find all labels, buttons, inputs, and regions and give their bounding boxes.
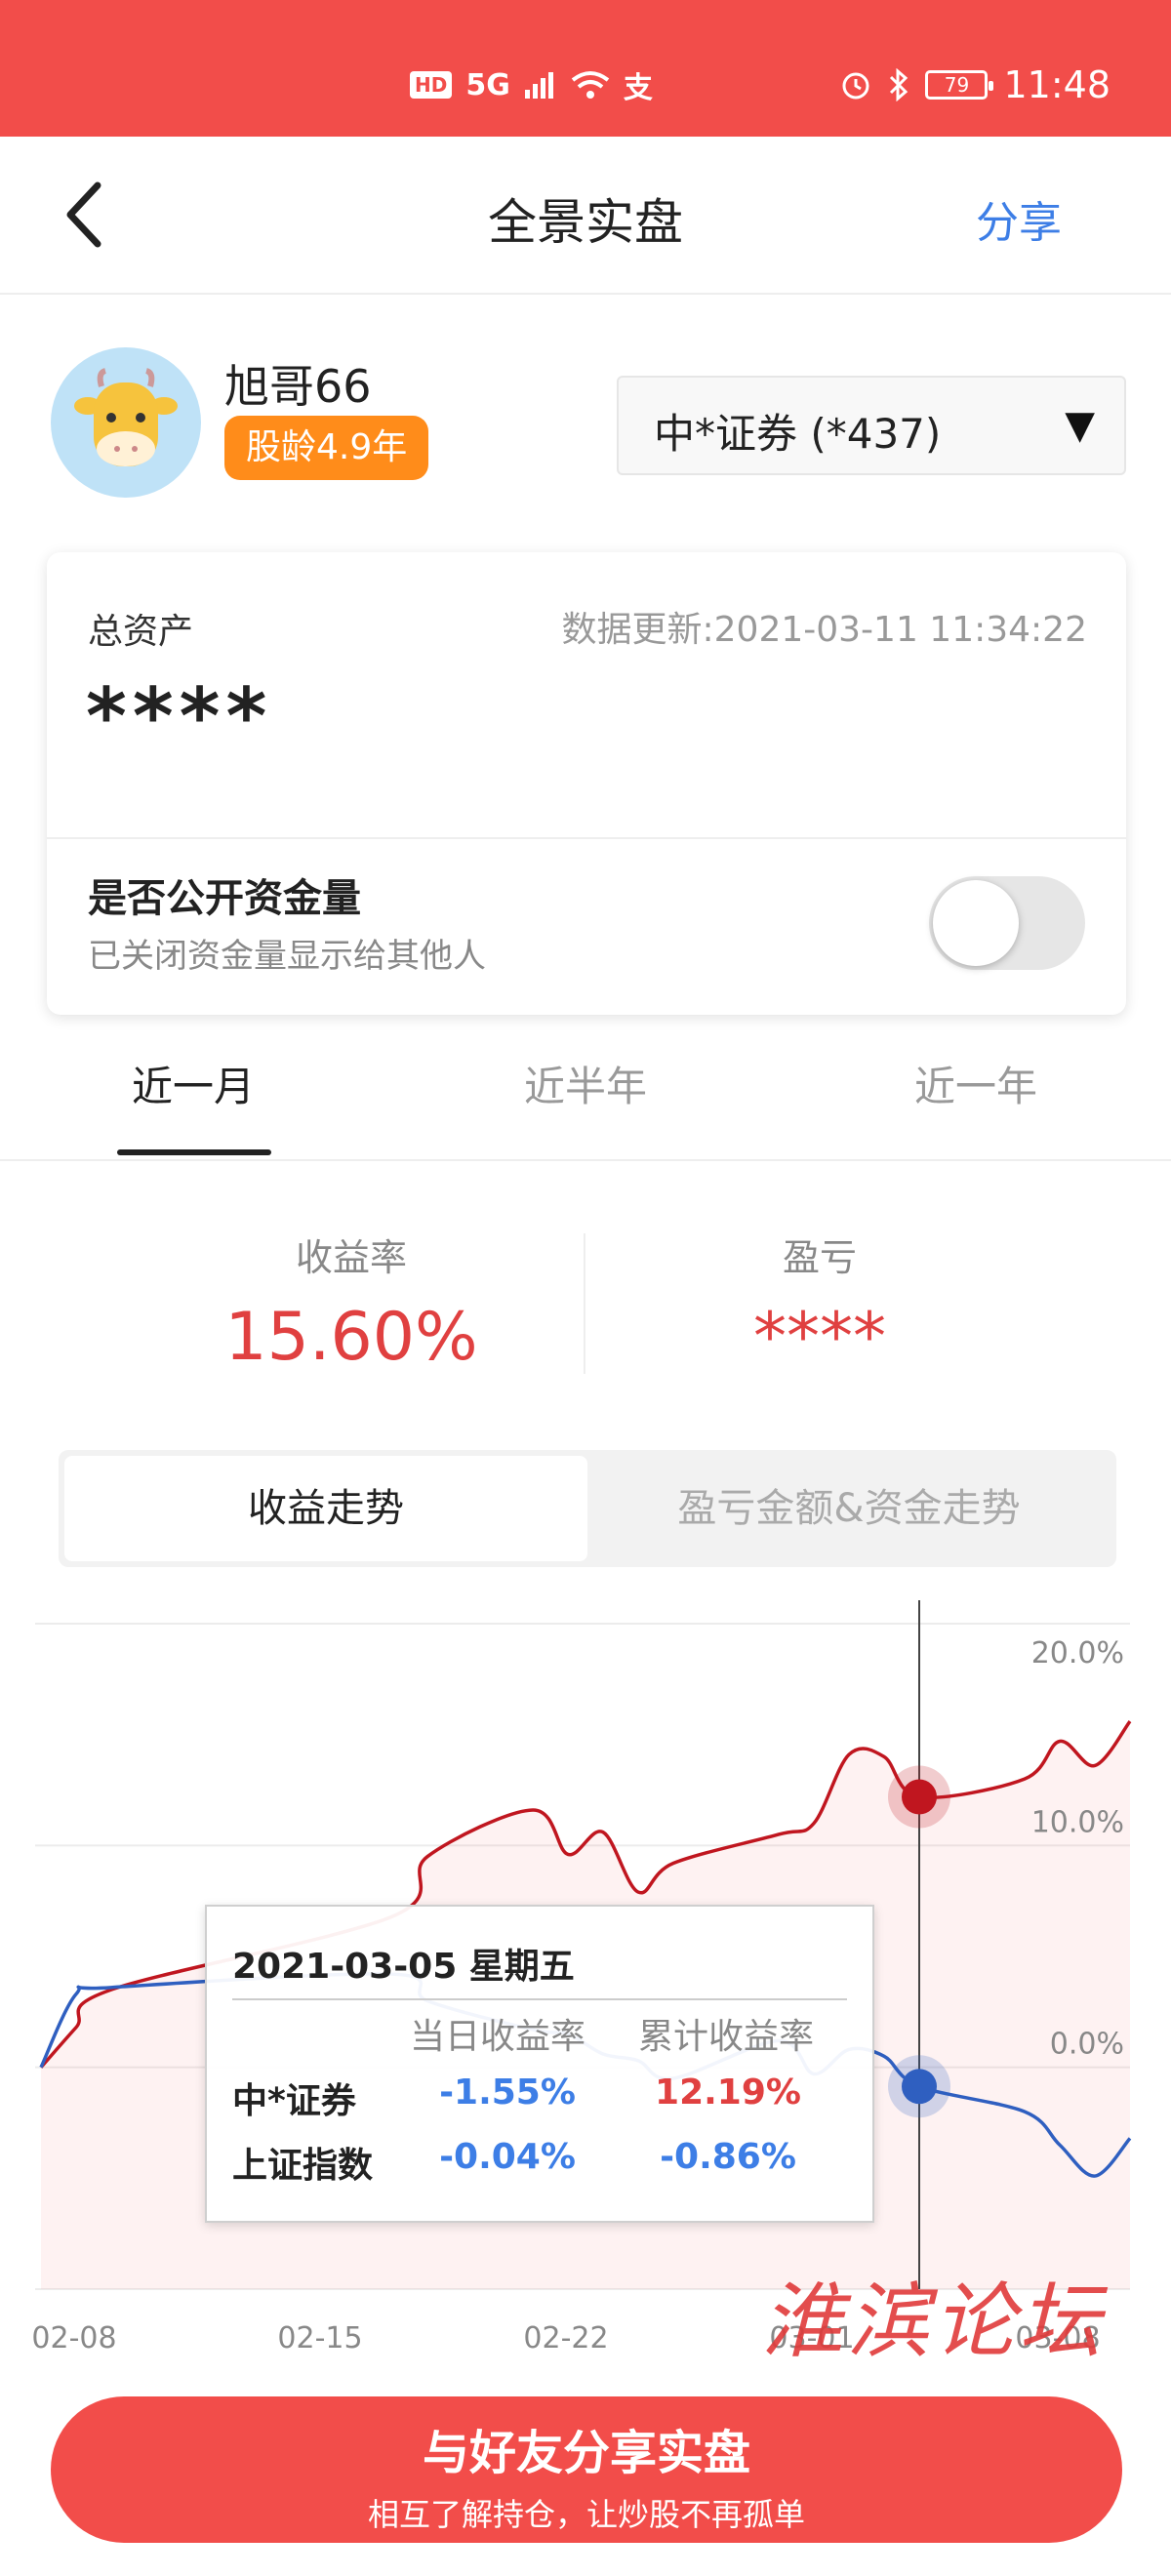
y-tick-label: 0.0%	[1050, 2028, 1124, 2062]
tooltip-col-daily: 当日收益率	[410, 2017, 586, 2057]
hd-icon: HD	[410, 71, 453, 99]
active-tab-underline	[117, 1149, 271, 1155]
avatar[interactable]	[51, 347, 201, 498]
x-tick-label: 02-22	[523, 2321, 608, 2355]
share-portfolio-button[interactable]: 与好友分享实盘 相互了解持仓，让炒股不再孤单	[51, 2396, 1122, 2543]
share-button-label: 与好友分享实盘	[422, 2426, 750, 2480]
data-update-time: 数据更新:2021-03-11 11:34:22	[561, 610, 1087, 650]
tooltip-row-daily: -1.55%	[439, 2073, 576, 2113]
status-bar: HD 5G 支 79 11:48	[0, 0, 1171, 137]
stats-divider	[584, 1233, 586, 1374]
battery-icon: 79	[925, 70, 994, 100]
network-label: 5G	[465, 67, 510, 102]
return-rate-label: 收益率	[295, 1236, 407, 1279]
tab-one-month[interactable]: 近一月	[96, 1054, 291, 1113]
chart-tabs: 收益走势 盈亏金额&资金走势	[59, 1450, 1116, 1567]
period-tabs: 近一月 近半年 近一年	[0, 1015, 1171, 1161]
tab-one-year[interactable]: 近一年	[878, 1054, 1073, 1113]
alarm-icon	[842, 72, 869, 100]
broker-selected-value: 中*证券 (*437)	[654, 410, 942, 458]
wifi-icon	[571, 71, 610, 99]
status-bar-network: HD 5G 支	[410, 60, 653, 109]
selected-point	[902, 1779, 937, 1815]
tooltip-divider	[232, 1998, 847, 2000]
tooltip-row-name: 中*证券	[232, 2081, 356, 2121]
status-bar-right: 79 11:48	[839, 60, 1110, 109]
total-assets-label: 总资产	[88, 612, 194, 652]
toggle-knob	[933, 880, 1019, 966]
username: 旭哥66	[224, 360, 372, 413]
asset-card: 总资产 数据更新:2021-03-11 11:34:22 **** 是否公开资金…	[47, 552, 1126, 1015]
battery-level: 79	[944, 73, 970, 97]
x-tick-label: 02-15	[277, 2321, 362, 2355]
clock: 11:48	[1003, 63, 1110, 106]
public-funds-toggle[interactable]	[929, 876, 1085, 970]
y-tick-label: 10.0%	[1031, 1805, 1124, 1839]
cow-avatar-icon	[74, 368, 178, 466]
tooltip-date: 2021-03-05 星期五	[232, 1947, 575, 1987]
signal-icon	[524, 72, 553, 99]
forum-watermark: 淮滨论坛	[761, 2274, 1106, 2369]
tab-pnl-funds-trend[interactable]: 盈亏金额&资金走势	[587, 1456, 1110, 1561]
return-rate-value: 15.60%	[224, 1299, 478, 1376]
share-button-sublabel: 相互了解持仓，让炒股不再孤单	[367, 2496, 805, 2533]
return-rate-block: 收益率 15.60%	[156, 1228, 546, 1376]
x-tick-label: 02-08	[31, 2321, 116, 2355]
pnl-value: ****	[753, 1299, 886, 1376]
share-link[interactable]: 分享	[976, 187, 1062, 250]
divider	[47, 837, 1126, 839]
tab-half-year[interactable]: 近半年	[488, 1054, 683, 1113]
pnl-block: 盈亏 ****	[625, 1228, 1015, 1376]
public-funds-title: 是否公开资金量	[88, 876, 361, 921]
stock-age-badge: 股龄4.9年	[224, 416, 429, 480]
bluetooth-icon	[890, 68, 909, 101]
broker-select[interactable]: 中*证券 (*437) ▼	[617, 376, 1126, 475]
tooltip-row-name: 上证指数	[232, 2146, 374, 2186]
nav-bar: 全景实盘 分享	[0, 137, 1171, 295]
tooltip-row-cumulative: 12.19%	[655, 2073, 801, 2113]
tooltip-row-daily: -0.04%	[439, 2137, 576, 2177]
y-tick-label: 20.0%	[1031, 1636, 1124, 1670]
dropdown-arrow-icon: ▼	[1065, 403, 1095, 448]
selected-point	[902, 2069, 937, 2105]
pnl-label: 盈亏	[782, 1236, 857, 1279]
alipay-icon: 支	[623, 71, 653, 105]
tooltip-row-cumulative: -0.86%	[660, 2137, 796, 2177]
chart-tooltip: 2021-03-05 星期五 当日收益率 累计收益率 中*证券 -1.55% 1…	[205, 1905, 874, 2223]
total-assets-value: ****	[86, 671, 273, 762]
tooltip-col-cumulative: 累计收益率	[638, 2017, 815, 2057]
tab-return-trend[interactable]: 收益走势	[64, 1456, 587, 1561]
public-funds-subtitle: 已关闭资金量显示给其他人	[88, 937, 486, 976]
